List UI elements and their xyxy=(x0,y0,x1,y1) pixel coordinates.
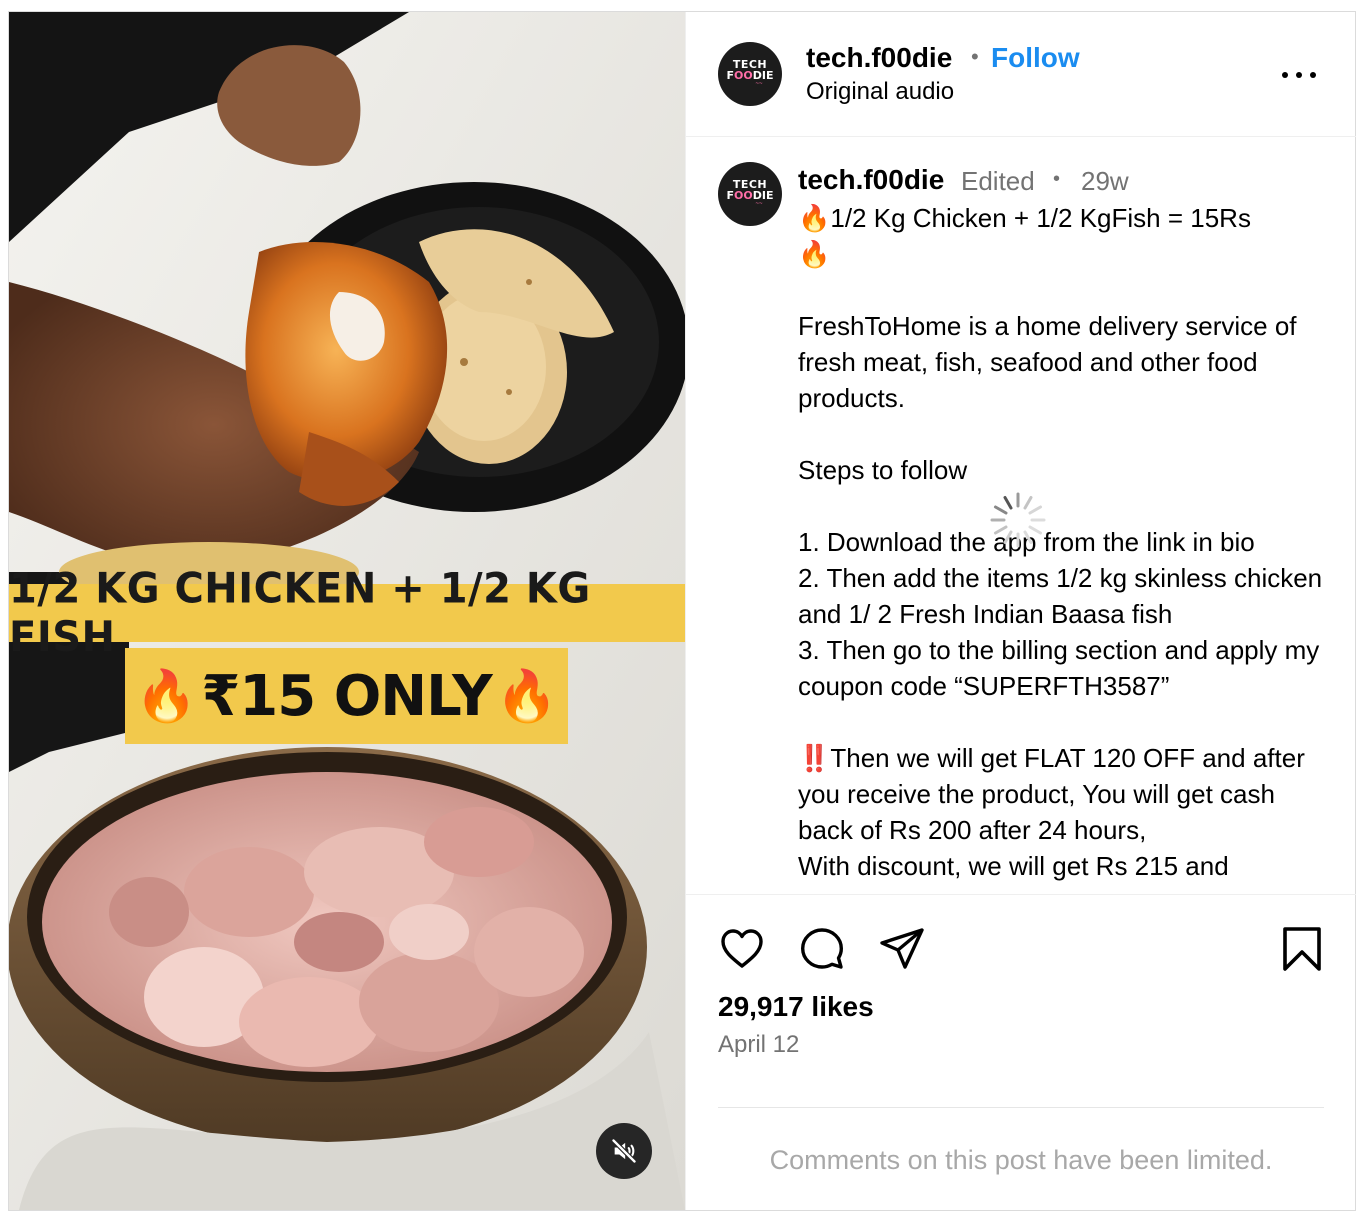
save-button[interactable] xyxy=(1278,925,1326,978)
caption-text: 🔥1/2 Kg Chicken + 1/2 KgFish = 15Rs 🔥 Fr… xyxy=(798,200,1328,884)
header-separator: • xyxy=(971,44,979,69)
speaker-muted-icon xyxy=(611,1138,637,1164)
post-video[interactable]: 1/2 KG CHICKEN + 1/2 KG FISH 🔥 ₹15 ONLY … xyxy=(9,12,685,1210)
post-side-panel: TECH FOODIE ~~ tech.f00die • Follow Orig… xyxy=(685,12,1356,1210)
caption-avatar[interactable]: TECH FOODIE ~~ xyxy=(718,162,782,226)
divider xyxy=(718,1107,1324,1108)
post-time-link[interactable]: 29w xyxy=(1081,166,1129,197)
more-options-button[interactable] xyxy=(1280,60,1320,90)
overlay-title-text: 1/2 KG CHICKEN + 1/2 KG FISH xyxy=(9,564,591,662)
heart-icon xyxy=(721,929,763,968)
overlay-title-banner: 1/2 KG CHICKEN + 1/2 KG FISH xyxy=(9,565,685,661)
bookmark-icon xyxy=(1283,927,1321,971)
original-audio-link[interactable]: Original audio xyxy=(806,78,954,106)
follow-button[interactable]: Follow xyxy=(991,42,1080,74)
mute-button[interactable] xyxy=(596,1123,652,1179)
comment-icon xyxy=(801,928,843,969)
caption-separator: • xyxy=(1053,168,1061,190)
post-date[interactable]: April 12 xyxy=(718,1031,799,1059)
comment-button[interactable] xyxy=(798,925,846,978)
share-icon xyxy=(880,928,924,969)
share-button[interactable] xyxy=(878,925,926,978)
avatar-logo-line3: ~~ xyxy=(755,201,763,207)
avatar-logo-line3: ~~ xyxy=(755,81,763,87)
post-header: TECH FOODIE ~~ tech.f00die • Follow Orig… xyxy=(686,12,1356,137)
like-button[interactable] xyxy=(718,925,766,978)
caption-username-link[interactable]: tech.f00die xyxy=(798,164,944,196)
post-caption: TECH FOODIE ~~ tech.f00die Edited • 29w … xyxy=(686,138,1356,894)
overlay-price-banner: 🔥 ₹15 ONLY 🔥 xyxy=(125,648,568,744)
edited-label: Edited xyxy=(961,166,1035,196)
avatar-logo-line2: FOODIE xyxy=(726,189,774,202)
post-dialog: 1/2 KG CHICKEN + 1/2 KG FISH 🔥 ₹15 ONLY … xyxy=(8,11,1356,1211)
likes-count[interactable]: 29,917 likes xyxy=(718,991,874,1023)
header-username-link[interactable]: tech.f00die xyxy=(806,42,952,74)
caption-text-body: 🔥1/2 Kg Chicken + 1/2 KgFish = 15Rs 🔥 Fr… xyxy=(798,203,1323,881)
comments-limited-notice: Comments on this post have been limited. xyxy=(769,1145,1273,1175)
fire-emoji-icon: 🔥 xyxy=(495,668,558,724)
fire-emoji-icon: 🔥 xyxy=(135,668,198,724)
avatar[interactable]: TECH FOODIE ~~ xyxy=(718,42,782,106)
avatar-logo-line2: FOODIE xyxy=(726,69,774,82)
overlay-price-text: ₹15 ONLY xyxy=(201,663,492,729)
loading-spinner-icon xyxy=(990,492,1046,548)
post-actions: 29,917 likes April 12 Comments on this p… xyxy=(686,894,1356,1210)
